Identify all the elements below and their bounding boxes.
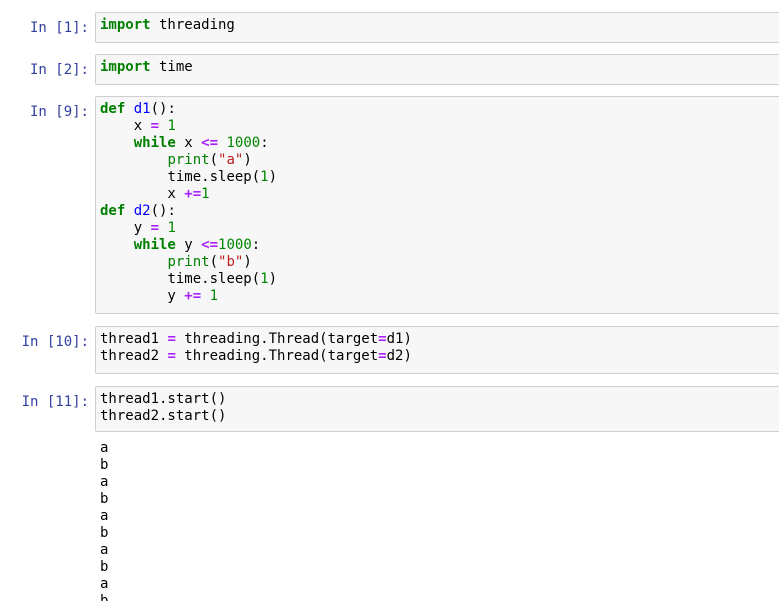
output-line: b — [100, 491, 109, 507]
output-line: a — [100, 542, 109, 558]
output-line: a — [100, 440, 109, 456]
code-cell-4[interactable]: In [10]: thread1 = threading.Thread(targ… — [0, 326, 779, 374]
output-line: b — [100, 525, 109, 541]
code-line: time.sleep(1) — [167, 271, 278, 287]
code-line: thread2 = threading.Thread(target=d2) — [100, 348, 412, 364]
code-line: y = 1 — [100, 220, 176, 236]
code-line: import time — [100, 59, 193, 75]
output-line: b — [100, 559, 109, 575]
code-line: thread2.start() — [100, 408, 227, 424]
input-prompt: In [10]: — [21, 334, 89, 350]
code-cell-2[interactable]: In [2]: import time — [0, 54, 779, 85]
cell-output: a b a b a b a b a b — [100, 440, 108, 601]
code-line: x +=1 — [100, 186, 210, 202]
code-line: def d1(): — [100, 101, 176, 117]
output-line: a — [100, 508, 109, 524]
code-cell-1[interactable]: In [1]: import threading — [0, 12, 779, 43]
code-line: print("b") — [167, 254, 252, 270]
code-line: x = 1 — [100, 118, 176, 134]
output-line: b — [100, 593, 109, 601]
output-line: a — [100, 474, 109, 490]
code-editor[interactable]: import time — [95, 54, 779, 85]
input-prompt: In [2]: — [29, 62, 89, 78]
code-editor[interactable]: thread1.start() thread2.start() — [95, 386, 779, 432]
code-editor[interactable]: import threading — [95, 12, 779, 43]
code-editor[interactable]: def d1(): x = 1 while x <= 1000: print("… — [95, 96, 779, 314]
code-line: while x <= 1000: — [133, 135, 269, 151]
code-editor[interactable]: thread1 = threading.Thread(target=d1) th… — [95, 326, 779, 374]
code-cell-3[interactable]: In [9]: def d1(): x = 1 while x <= 1000:… — [0, 96, 779, 314]
code-line: import threading — [100, 17, 235, 33]
code-line: while y <=1000: — [133, 237, 261, 253]
output-line: a — [100, 576, 109, 592]
input-prompt: In [9]: — [29, 104, 89, 120]
code-line: y += 1 — [100, 288, 219, 304]
output-line: b — [100, 457, 109, 473]
code-line: thread1.start() — [100, 391, 227, 407]
code-line: def d2(): — [100, 203, 176, 219]
input-prompt: In [11]: — [21, 394, 89, 410]
code-cell-5[interactable]: In [11]: thread1.start() thread2.start() — [0, 386, 779, 432]
code-line: print("a") — [167, 152, 252, 168]
code-line: thread1 = threading.Thread(target=d1) — [100, 331, 412, 347]
input-prompt: In [1]: — [29, 20, 89, 36]
code-line: time.sleep(1) — [167, 169, 278, 185]
